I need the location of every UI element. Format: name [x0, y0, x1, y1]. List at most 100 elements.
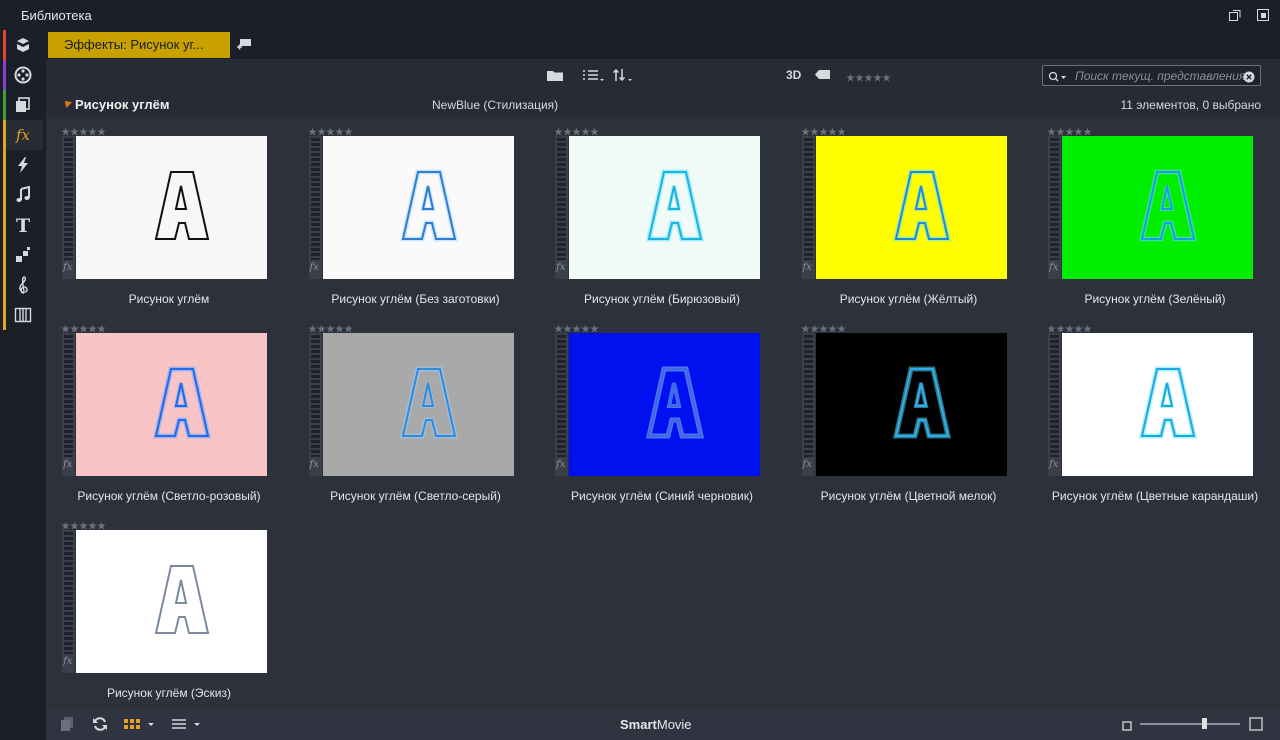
folder-icon[interactable] [546, 67, 564, 88]
category-stripe [3, 300, 6, 330]
lightning-icon [13, 155, 33, 175]
effect-thumbnail[interactable]: fx [308, 136, 514, 279]
svg-text:T: T [16, 215, 30, 235]
tag-filter-icon[interactable] [814, 67, 832, 88]
sidebar-item-film-reel[interactable] [3, 60, 43, 90]
bottom-bar: SmartMovie [46, 708, 1280, 740]
effect-thumbnail[interactable]: fx [555, 333, 760, 476]
sidebar-item-title-t[interactable]: T [3, 210, 43, 240]
effect-tile[interactable]: fx Рисунок углём (Светло-серый) [293, 315, 539, 511]
preview-image [1062, 333, 1253, 476]
effect-thumbnail[interactable]: fx [1048, 136, 1253, 279]
effect-tile[interactable]: fx Рисунок углём (Эскиз) [46, 512, 292, 708]
category-stripe [3, 270, 6, 300]
preview-image [76, 333, 267, 476]
preview-image [1062, 136, 1253, 279]
effect-tile[interactable]: fx Рисунок углём (Цветные карандаши) [1032, 315, 1278, 511]
effect-name: Рисунок углём (Светло-розовый) [77, 489, 261, 503]
fx-badge-icon: fx [556, 262, 566, 273]
effect-tile[interactable]: fx Рисунок углём (Светло-розовый) [46, 315, 292, 511]
collapse-triangle-icon[interactable] [62, 98, 72, 108]
film-strip: fx [62, 530, 75, 673]
film-strip: fx [308, 333, 322, 476]
effect-tile[interactable]: fx Рисунок углём [46, 118, 292, 314]
large-thumbs-icon[interactable] [1249, 717, 1263, 736]
undock-icon[interactable] [1228, 8, 1242, 22]
effect-tile[interactable]: fx Рисунок углём (Без заготовки) [293, 118, 539, 314]
title-bar: Библиотека [0, 0, 1280, 30]
category-stripe [3, 90, 6, 120]
sidebar-item-piano-keys[interactable] [3, 300, 43, 330]
thumbnail-size-slider[interactable] [1140, 718, 1240, 729]
sidebar-item-fx[interactable]: fx [3, 120, 43, 150]
preview-image [322, 136, 514, 279]
search-field[interactable]: Поиск текущ. представления [1042, 65, 1261, 86]
sidebar-item-blocks[interactable] [3, 240, 43, 270]
effect-thumbnail[interactable]: fx [555, 136, 760, 279]
film-strip: fx [801, 333, 815, 476]
effect-thumbnail[interactable]: fx [62, 530, 267, 673]
sidebar-item-pages[interactable] [3, 90, 43, 120]
film-strip: fx [555, 136, 568, 279]
rating-filter-stars[interactable] [846, 70, 894, 88]
fx-badge-icon: fx [309, 459, 319, 470]
new-tab-icon[interactable] [236, 37, 252, 56]
group-title: Рисунок углём [75, 97, 170, 112]
grid-view-icon[interactable] [124, 716, 156, 737]
effect-thumbnail[interactable]: fx [62, 136, 267, 279]
category-stripe [3, 210, 6, 240]
film-strip: fx [62, 333, 75, 476]
film-strip: fx [62, 136, 75, 279]
pages-icon [13, 95, 33, 115]
fx-badge-icon: fx [802, 459, 812, 470]
category-stripe [3, 240, 6, 270]
fx-badge-icon: fx [802, 262, 812, 273]
fx-badge-icon: fx [63, 656, 73, 667]
preview-image [569, 333, 760, 476]
film-strip: fx [1048, 333, 1061, 476]
fx-badge-icon: fx [309, 262, 319, 273]
sidebar-item-music-note[interactable] [3, 180, 43, 210]
effect-name: Рисунок углём (Синий черновик) [571, 489, 753, 503]
group-header[interactable]: Рисунок углём NewBlue (Стилизация) 11 эл… [46, 92, 1280, 116]
effect-name: Рисунок углём (Бирюзовый) [584, 292, 740, 306]
details-view-icon[interactable] [172, 716, 204, 737]
small-thumbs-icon[interactable] [1122, 718, 1132, 736]
selection-count: 11 элементов, 0 выбрано [1120, 98, 1261, 112]
restore-icon[interactable] [1256, 8, 1270, 22]
effect-tile[interactable]: fx Рисунок углём (Зелёный) [1032, 118, 1278, 314]
svg-text:fx: fx [15, 126, 31, 144]
effect-thumbnail[interactable]: fx [62, 333, 267, 476]
effect-name: Рисунок углём (Цветной мелок) [820, 489, 997, 503]
sidebar-item-lightning[interactable] [3, 150, 43, 180]
treble-clef-icon [13, 275, 33, 295]
slider-knob[interactable] [1201, 718, 1207, 729]
sort-icon[interactable] [612, 67, 634, 88]
sidebar-item-project-bin[interactable] [3, 30, 43, 60]
effect-name: Рисунок углём (Эскиз) [106, 686, 232, 700]
tab-effects[interactable]: Эффекты: Рисунок уг... [48, 32, 230, 58]
3d-filter-label[interactable]: 3D [786, 68, 801, 82]
effect-tile[interactable]: fx Рисунок углём (Бирюзовый) [539, 118, 785, 314]
clear-search-icon[interactable] [1243, 70, 1255, 88]
film-strip: fx [308, 136, 322, 279]
effect-name: Рисунок углём [128, 292, 210, 306]
effect-thumbnail[interactable]: fx [801, 333, 1007, 476]
smartmovie-button[interactable]: SmartMovie [620, 717, 692, 732]
effect-name: Рисунок углём (Без заготовки) [331, 292, 500, 306]
effect-thumbnail[interactable]: fx [1048, 333, 1253, 476]
effect-thumbnail[interactable]: fx [801, 136, 1007, 279]
effect-thumbnail[interactable]: fx [308, 333, 514, 476]
effect-name: Рисунок углём (Жёлтый) [839, 292, 978, 306]
effect-tile[interactable]: fx Рисунок углём (Жёлтый) [786, 118, 1032, 314]
fx-badge-icon: fx [1049, 459, 1059, 470]
effect-tile[interactable]: fx Рисунок углём (Цветной мелок) [786, 315, 1032, 511]
search-icon[interactable] [1048, 70, 1068, 88]
copy-icon[interactable] [60, 716, 76, 737]
sidebar-item-treble-clef[interactable] [3, 270, 43, 300]
effect-tile[interactable]: fx Рисунок углём (Синий черновик) [539, 315, 785, 511]
refresh-icon[interactable] [92, 716, 108, 737]
library-sidebar: fx T [0, 30, 46, 740]
film-strip: fx [801, 136, 815, 279]
list-view-icon[interactable] [582, 67, 604, 88]
